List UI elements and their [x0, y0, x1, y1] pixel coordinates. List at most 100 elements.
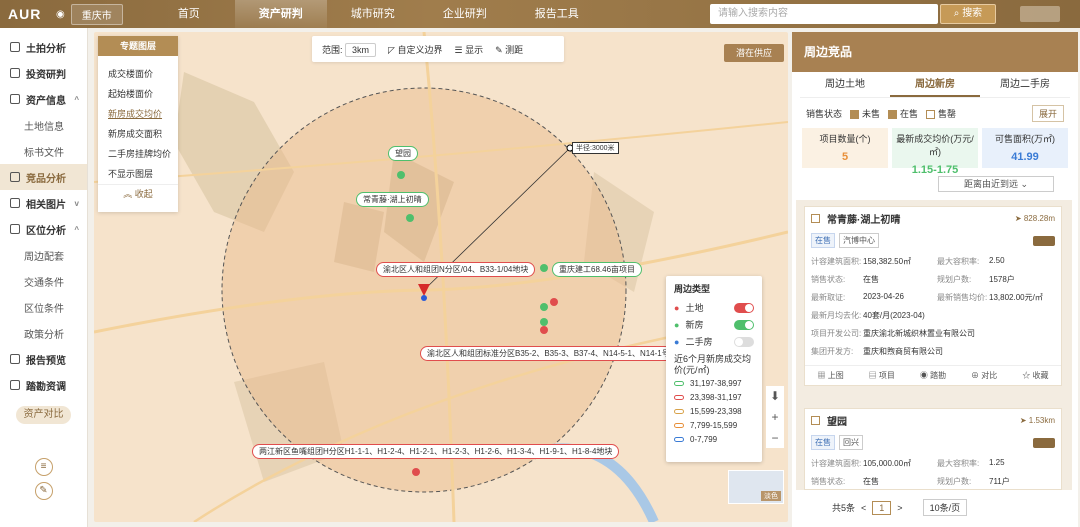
project-name[interactable]: 望园: [827, 413, 847, 428]
total-count: 共5条: [832, 503, 856, 513]
filter-sold-out[interactable]: 售罄: [926, 107, 956, 120]
layer-secondhand-price[interactable]: 二手房挂牌均价: [98, 144, 178, 164]
display-button[interactable]: ☰ 显示: [455, 43, 484, 56]
tab-nearby-land[interactable]: 周边土地: [800, 72, 890, 97]
city-selector[interactable]: ◉ 重庆市: [56, 3, 123, 25]
search-button[interactable]: ⌕ 搜索: [940, 4, 996, 24]
sidebar-item-amenities[interactable]: 周边配套: [0, 242, 87, 268]
sidebar-item-tender-docs[interactable]: 标书文件: [0, 138, 87, 164]
sidebar-item-asset-info[interactable]: 资产信息 ^: [0, 86, 87, 112]
map-style-label[interactable]: 淡色: [761, 491, 781, 501]
location-icon: [10, 224, 20, 234]
sidebar-item-report-preview[interactable]: 报告预览: [0, 346, 87, 372]
sidebar-item-policy[interactable]: 政策分析: [0, 320, 87, 346]
city-label[interactable]: 重庆市: [70, 3, 123, 25]
project-name[interactable]: 常青藤·湖上初晴: [827, 211, 900, 226]
layer-none[interactable]: 不显示图层: [98, 164, 178, 184]
land-toggle[interactable]: [734, 302, 754, 313]
minimap[interactable]: 淡色: [728, 470, 784, 504]
left-sidebar: 土拍分析 投资研判 资产信息 ^ 土地信息 标书文件 竞品分析 相关图片 v 区位分…: [0, 28, 88, 527]
land-label[interactable]: 渝北区人和组团N分区/04、B33-1/04地块: [376, 262, 536, 277]
survey-button[interactable]: ◉ 踏勘: [920, 370, 946, 381]
logo[interactable]: AUR: [0, 6, 48, 22]
layer-start-floor-price[interactable]: 起始楼面价: [98, 84, 178, 104]
tab-nearby-secondhand[interactable]: 周边二手房: [980, 72, 1070, 97]
project-label[interactable]: 重庆建工68.46亩项目: [552, 262, 643, 277]
collapse-button[interactable]: ︽ 收起: [98, 184, 178, 202]
land-pin-icon[interactable]: [550, 298, 558, 306]
sidebar-item-related-images[interactable]: 相关图片 v: [0, 190, 87, 216]
sort-select[interactable]: 距离由近到远 ⌄: [938, 176, 1054, 192]
secondhand-toggle[interactable]: [734, 336, 754, 347]
checkbox-icon[interactable]: [811, 213, 820, 223]
expand-button[interactable]: 展开: [1031, 104, 1064, 122]
newhouse-pin-icon[interactable]: [540, 303, 548, 311]
checkbox-icon: [926, 109, 936, 119]
prev-page-button[interactable]: <: [861, 503, 866, 513]
map-legend: 周边类型 ● 土地 ● 新房 ● 二手房 近6个月新房成交均价(元/㎡) 31,197…: [666, 276, 762, 462]
nav-city-research[interactable]: 城市研究: [327, 0, 419, 28]
distance: ➤ 1.53km: [1019, 415, 1055, 425]
view-toggle[interactable]: [1033, 437, 1055, 448]
range-selector[interactable]: 范围: 3km: [322, 42, 377, 57]
nav-home[interactable]: 首页: [143, 0, 235, 28]
asset-compare-button[interactable]: 资产对比: [16, 406, 71, 424]
land-label[interactable]: 渝北区人和组团标准分区B35-2、B35-3、B37-4、N14-5-1、N14…: [420, 346, 693, 361]
newhouse-pin-icon[interactable]: [540, 318, 548, 326]
newhouse-pin-icon[interactable]: [397, 171, 405, 179]
favorite-button[interactable]: ☆ 收藏: [1022, 370, 1048, 381]
newhouse-pin-icon[interactable]: [540, 264, 548, 272]
filter-on-sale[interactable]: 在售: [888, 107, 918, 120]
filter-unsold[interactable]: 未售: [850, 107, 880, 120]
custom-boundary-button[interactable]: ◸ 自定义边界: [388, 43, 442, 56]
layer-deal-floor-price[interactable]: 成交楼面价: [98, 64, 178, 84]
project-card[interactable]: 常青藤·湖上初晴 ➤ 828.28m 在售 汽博中心 计容建筑面积: 158,38…: [804, 206, 1062, 386]
page-number[interactable]: 1: [872, 500, 892, 515]
card-details: 计容建筑面积: 105,000.00㎡ 最大容积率: 1.25 销售状态: 在售 规划…: [811, 458, 1010, 486]
layer-newhouse-area[interactable]: 新房成交面积: [98, 124, 178, 144]
sidebar-item-site-survey[interactable]: 踏勘资调: [0, 372, 87, 398]
tab-nearby-newhouse[interactable]: 周边新房: [890, 72, 980, 97]
poi-label[interactable]: 常青藤·湖上初晴: [356, 192, 429, 207]
invest-icon: [10, 68, 20, 78]
price-range-row: 0-7,799: [674, 432, 754, 446]
page-size-select[interactable]: 10条/页: [922, 499, 968, 516]
sidebar-item-transport[interactable]: 交通条件: [0, 268, 87, 294]
edit-icon[interactable]: ✎: [34, 482, 53, 500]
project-button[interactable]: ▤ 项目: [869, 370, 895, 381]
view-toggle[interactable]: [1033, 235, 1055, 246]
price-legend-title: 近6个月新房成交均价(元/㎡): [674, 354, 752, 375]
newhouse-toggle[interactable]: [734, 319, 754, 330]
price-swatch-icon: [674, 394, 684, 400]
nav-asset-research[interactable]: 资产研判: [234, 0, 327, 28]
compare-button[interactable]: ⊕ 对比: [971, 370, 997, 381]
measure-button[interactable]: ✎ 测距: [495, 43, 523, 56]
search-input[interactable]: 请输入搜索内容: [710, 4, 938, 24]
latent-supply-button[interactable]: 潜在供应: [724, 44, 784, 62]
land-pin-icon[interactable]: [540, 326, 548, 334]
checkbox-icon[interactable]: [811, 415, 820, 425]
sidebar-item-location-conditions[interactable]: 区位条件: [0, 294, 87, 320]
sale-status-filter: 销售状态 未售 在售 售罄 展开: [806, 102, 1064, 124]
poi-label[interactable]: 望园: [388, 146, 418, 161]
nav-company-research[interactable]: 企业研判: [419, 0, 511, 28]
land-label[interactable]: 两江新区鱼嘴组团H分区H1-1-1、H1-2-4、H1-2-1、H1-2-3、H…: [252, 444, 620, 459]
sidebar-item-location-analysis[interactable]: 区位分析 ^: [0, 216, 87, 242]
map-area[interactable]: 专题图层 成交楼面价 起始楼面价 新房成交均价 新房成交面积 二手房挂牌均价 不…: [94, 32, 788, 522]
layer-newhouse-avg-price[interactable]: 新房成交均价: [98, 104, 178, 124]
project-card[interactable]: 望园 ➤ 1.53km 在售 回兴 计容建筑面积: 105,000.00㎡ 最大容…: [804, 408, 1062, 490]
sidebar-item-land-auction[interactable]: 土拍分析: [0, 34, 87, 60]
newhouse-pin-icon[interactable]: [406, 214, 414, 222]
sidebar-item-competitor-analysis[interactable]: 竞品分析: [0, 164, 87, 190]
land-pin-icon[interactable]: [412, 468, 420, 476]
sidebar-item-investment[interactable]: 投资研判: [0, 60, 87, 86]
next-page-button[interactable]: >: [897, 503, 902, 513]
nav-report-tools[interactable]: 报告工具: [511, 0, 603, 28]
locate-icon[interactable]: ⬇: [770, 389, 780, 403]
menu-icon[interactable]: ≡: [34, 458, 53, 476]
user-avatar[interactable]: [1020, 6, 1060, 22]
sidebar-item-land-info[interactable]: 土地信息: [0, 112, 87, 138]
map-button[interactable]: ▦ 上图: [817, 370, 843, 381]
zoom-in-button[interactable]: +: [771, 410, 778, 424]
zoom-out-button[interactable]: −: [771, 431, 778, 445]
